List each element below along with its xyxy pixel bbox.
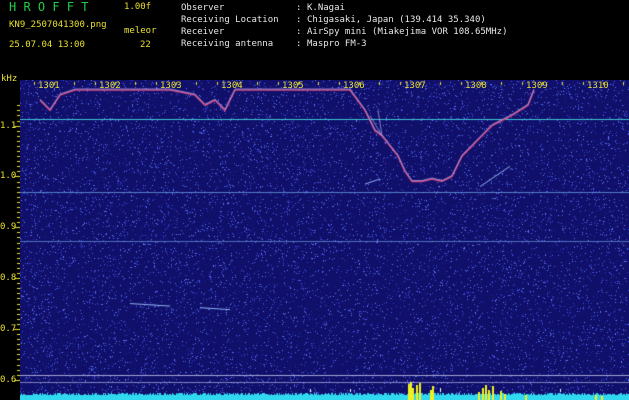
filename-label: KN9_2507041300.png — [9, 20, 107, 30]
meta-value-receiver: AirSpy mini (Miakejima VOR 108.65MHz) — [307, 27, 508, 37]
meta-sep: : — [296, 27, 302, 37]
count-label: 22 — [140, 40, 151, 50]
meta-label-receiver: Receiver — [181, 27, 225, 37]
x-tick-label: 1308 — [465, 81, 487, 91]
meta-label-observer: Observer — [181, 3, 225, 13]
x-tick-label: 1305 — [282, 81, 304, 91]
x-tick-label: 1304 — [221, 81, 243, 91]
x-tick-label: 1307 — [404, 81, 426, 91]
y-axis: 1.11.00.90.80.70.6 — [0, 80, 20, 400]
x-tick-label: 1310 — [587, 81, 609, 91]
x-tick-label: 1309 — [526, 81, 548, 91]
algorithm-label: meleor — [124, 26, 157, 36]
x-tick-label: 1301 — [38, 81, 60, 91]
timestamp-label: 25.07.04 13:00 — [9, 40, 85, 50]
meta-label-location: Receiving Location — [181, 15, 279, 25]
meta-value-observer: K.Nagai — [307, 3, 345, 13]
meta-label-antenna: Receiving antenna — [181, 39, 274, 49]
x-tick-label: 1303 — [160, 81, 182, 91]
meta-sep: : — [296, 15, 302, 25]
meta-value-location: Chigasaki, Japan (139.414 35.340) — [307, 15, 486, 25]
meta-value-antenna: Maspro FM-3 — [307, 39, 367, 49]
x-tick-label: 1302 — [99, 81, 121, 91]
spectrogram-canvas — [20, 80, 629, 400]
version-label: 1.00f — [124, 2, 152, 12]
header-panel: H R O F F T 1.00f KN9_2507041300.png mel… — [0, 0, 629, 80]
meta-sep: : — [296, 39, 302, 49]
y-axis-unit: kHz — [1, 74, 18, 84]
y-axis-ticks — [0, 80, 20, 400]
x-axis-labels: 1301 1302 1303 1304 1305 1306 1307 1308 1309 1310 — [20, 80, 629, 92]
x-tick-label: 1306 — [343, 81, 365, 91]
app-title: H R O F F T — [9, 0, 89, 14]
meta-sep: : — [296, 3, 302, 13]
